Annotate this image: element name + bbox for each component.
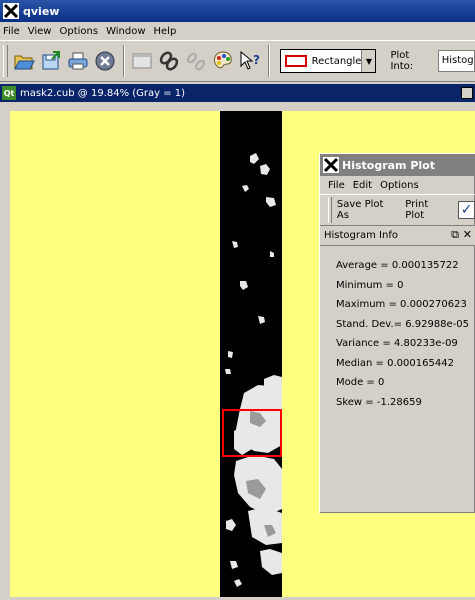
subwindow-title-bar[interactable]: Qt mask2.cub @ 19.84% (Gray = 1) xyxy=(0,84,475,102)
menu-bar: File View Options Window Help xyxy=(0,22,475,40)
qt-logo-icon: Qt xyxy=(2,86,16,100)
save-export-icon xyxy=(42,51,61,70)
histogram-title: Histogram Plot xyxy=(342,158,436,172)
link-button[interactable] xyxy=(157,48,181,74)
restore-icon[interactable]: ⧉ xyxy=(451,229,459,241)
menu-help[interactable]: Help xyxy=(150,26,181,37)
new-window-button[interactable] xyxy=(130,48,154,74)
histogram-menu-file[interactable]: File xyxy=(320,180,349,191)
open-button[interactable] xyxy=(12,48,36,74)
rectangle-swatch-icon xyxy=(284,55,307,67)
unlink-icon xyxy=(187,52,206,71)
menu-view[interactable]: View xyxy=(24,26,56,37)
whats-this-icon: ? xyxy=(240,50,260,70)
stat-maximum: Maximum0.000270623 xyxy=(320,295,475,315)
shape-select-value: Rectangle xyxy=(311,55,362,67)
stat-minimum: Minimum0 xyxy=(320,276,475,296)
menu-file[interactable]: File xyxy=(0,26,24,37)
stat-mode: Mode0 xyxy=(320,373,475,393)
window-title: qview xyxy=(23,4,60,18)
stat-variance: Variance4.80233e-09 xyxy=(320,334,475,354)
print-icon xyxy=(68,52,88,70)
toolbar-grip[interactable] xyxy=(3,45,8,77)
x-logo-icon xyxy=(323,157,339,173)
close-icon[interactable]: ✕ xyxy=(463,229,472,241)
toolbar-separator xyxy=(122,45,125,77)
stat-skew: Skew-1.28659 xyxy=(320,393,475,413)
histogram-menu-bar: File Edit Options xyxy=(320,176,475,194)
plot-into-select[interactable]: Histogram xyxy=(437,50,475,72)
blank-window-icon xyxy=(132,53,152,69)
histogram-title-bar[interactable]: Histogram Plot xyxy=(320,154,475,176)
histogram-info-title: Histogram Info xyxy=(324,230,398,241)
menu-options[interactable]: Options xyxy=(55,26,102,37)
stat-median: Median0.000165442 xyxy=(320,354,475,374)
plot-into-label: Plot Into: xyxy=(390,50,414,72)
open-folder-icon xyxy=(14,55,36,70)
shape-select[interactable]: Rectangle ▼ xyxy=(279,49,377,73)
selection-rectangle[interactable] xyxy=(222,409,282,457)
stat-average: Average0.000135722 xyxy=(320,256,475,276)
cube-image-content xyxy=(225,153,282,587)
menu-window[interactable]: Window xyxy=(102,26,149,37)
export-button[interactable] xyxy=(39,48,63,74)
histogram-toolbar-grip[interactable] xyxy=(328,197,332,223)
histogram-menu-edit[interactable]: Edit xyxy=(349,180,376,191)
link-icon xyxy=(159,51,179,71)
subwindow-control-button[interactable] xyxy=(461,87,473,99)
histogram-menu-options[interactable]: Options xyxy=(376,180,423,191)
title-bar[interactable]: qview xyxy=(0,0,475,22)
close-button[interactable] xyxy=(93,48,117,74)
color-button[interactable] xyxy=(211,48,235,74)
toolbar-separator xyxy=(267,45,270,77)
histogram-toolbar: Save Plot As Print Plot ✓ xyxy=(320,194,475,226)
x-logo-icon xyxy=(3,3,19,19)
chevron-down-icon[interactable]: ▼ xyxy=(361,50,376,72)
histogram-info-header[interactable]: Histogram Info ⧉ ✕ xyxy=(320,226,475,246)
check-icon[interactable]: ✓ xyxy=(458,201,475,219)
histogram-stats: Average0.000135722 Minimum0 Maximum0.000… xyxy=(320,246,475,412)
close-circle-icon xyxy=(95,51,115,71)
whats-this-button[interactable]: ? xyxy=(238,48,262,74)
subwindow-title: mask2.cub @ 19.84% (Gray = 1) xyxy=(20,87,186,99)
print-button[interactable] xyxy=(66,48,90,74)
unlink-button[interactable] xyxy=(184,48,208,74)
cube-image[interactable] xyxy=(220,111,282,600)
histogram-plot-window: Histogram Plot File Edit Options Save Pl… xyxy=(319,153,475,513)
print-plot-button[interactable]: Print Plot xyxy=(405,199,447,221)
save-plot-as-button[interactable]: Save Plot As xyxy=(337,199,394,221)
palette-icon xyxy=(214,51,232,69)
stat-standard-deviation: Stand. Dev.6.92988e-05 xyxy=(320,315,475,335)
main-toolbar: ? Rectangle ▼ Plot Into: Histogram xyxy=(0,40,475,82)
qview-app: qview File View Options Window Help ? Re… xyxy=(0,0,475,600)
svg-text:?: ? xyxy=(253,53,260,67)
